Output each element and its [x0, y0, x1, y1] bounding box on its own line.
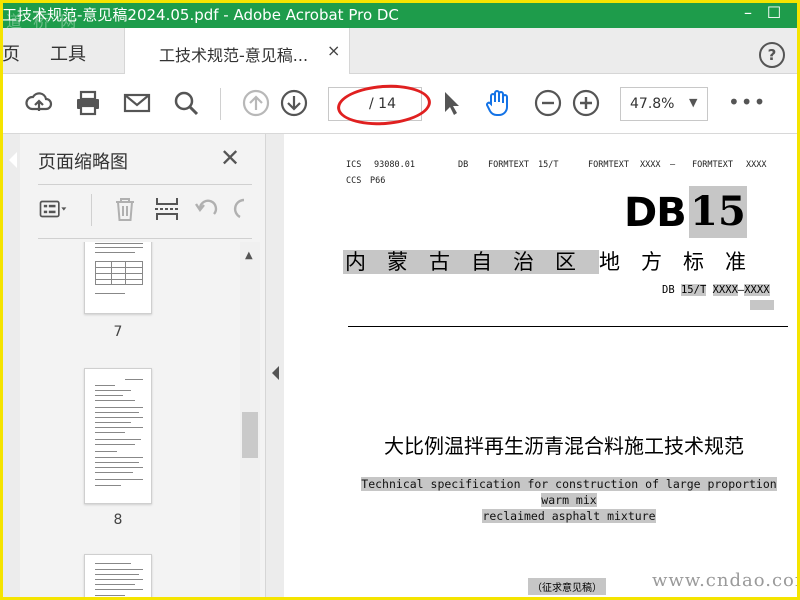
search-icon[interactable]	[171, 88, 201, 118]
thumbnail-options-icon[interactable]	[38, 194, 68, 224]
thumbnail-page-9[interactable]	[84, 554, 152, 600]
ccs-value: P66	[370, 176, 386, 186]
thumbnail-number-7: 7	[113, 324, 123, 340]
zoom-select[interactable]: 47.8% ▼	[620, 87, 708, 121]
panel-divider	[38, 184, 252, 185]
thumbnail-number-8: 8	[113, 512, 123, 528]
thumbnail-scrollbar[interactable]: ▲	[240, 242, 260, 600]
panel-tool-divider	[91, 194, 92, 226]
db-logo-number: 15	[689, 186, 747, 238]
db-number-x1: XXXX	[712, 284, 738, 296]
collapse-panel-icon[interactable]	[272, 366, 279, 380]
header-rule	[348, 326, 788, 327]
rotate-left-icon[interactable]	[192, 194, 222, 224]
title-en-line-2: reclaimed asphalt mixture	[482, 509, 656, 523]
ics-value: 93080.01	[374, 160, 415, 170]
thumbnail-list: 7 8	[20, 242, 240, 600]
document-title-cn: 大比例温拌再生沥青混合料施工技术规范	[384, 434, 744, 458]
tab-document-label: 工技术规范-意见稿...	[159, 46, 309, 65]
print-icon[interactable]	[73, 88, 103, 118]
db-number-15t: 15/T	[680, 284, 707, 296]
maximize-button[interactable]: ☐	[762, 2, 786, 24]
header-dash: —	[670, 160, 676, 170]
document-view[interactable]: ICS 93080.01 CCS P66 DB FORMTEXT 15/T FO…	[284, 134, 800, 600]
more-tools-button[interactable]: •••	[728, 90, 766, 114]
tab-tools[interactable]: 工具	[50, 40, 86, 66]
page-up-icon[interactable]	[241, 88, 271, 118]
delete-icon[interactable]	[110, 194, 140, 224]
panel-title: 页面缩略图	[38, 152, 128, 173]
document-title-en: Technical specification for construction…	[344, 476, 794, 524]
scroll-up-icon[interactable]: ▲	[245, 250, 253, 261]
ics-label: ICS	[346, 160, 362, 170]
thumbnail-page-7[interactable]	[84, 242, 152, 314]
page-down-icon[interactable]	[279, 88, 309, 118]
help-button[interactable]: ?	[759, 42, 785, 68]
mail-icon[interactable]	[122, 88, 152, 118]
zoom-value: 47.8%	[630, 96, 675, 112]
rotate-right-icon[interactable]	[230, 194, 260, 224]
close-tab-button[interactable]: ×	[327, 41, 340, 60]
region-highlighted: 内蒙古自治区	[343, 250, 599, 274]
zoom-out-icon[interactable]	[533, 88, 563, 118]
tab-home[interactable]: 页	[2, 40, 20, 66]
cloud-upload-icon[interactable]	[24, 88, 54, 118]
scrollbar-thumb[interactable]	[242, 412, 258, 458]
region-heading: 内蒙古自治区地方标准	[343, 246, 767, 276]
ccs-label: CCS	[346, 176, 362, 186]
panel-divider-2	[38, 238, 252, 239]
select-cursor-icon[interactable]	[436, 88, 466, 118]
watermark-url: www.cndao.com	[652, 570, 800, 591]
page-thumbnails-panel: 页面缩略图 ✕ 7 8 ▲	[20, 134, 266, 600]
draft-label: （征求意见稿）	[528, 578, 606, 595]
db-number-prefix: DB	[662, 284, 675, 296]
tab-document[interactable]: 工技术规范-意见稿... ×	[124, 28, 350, 74]
panel-splitter[interactable]	[266, 134, 284, 600]
header-xxxx: XXXX	[640, 160, 661, 170]
document-page: ICS 93080.01 CCS P66 DB FORMTEXT 15/T FO…	[284, 134, 800, 600]
header-formtext-1: FORMTEXT	[488, 160, 529, 170]
minimize-button[interactable]: –	[736, 2, 760, 24]
header-db: DB	[458, 160, 469, 170]
left-nav-strip	[0, 134, 20, 600]
db-logo-letters: DB	[624, 190, 687, 236]
header-xxxx-2: XXXX	[746, 160, 767, 170]
db-number: DB 15/T XXXX—XXXX	[662, 284, 770, 296]
tab-bar: 页 工具 工技术规范-意见稿... × ?	[0, 28, 800, 74]
header-formtext-3: FORMTEXT	[692, 160, 733, 170]
toolbar-divider	[220, 88, 221, 120]
header-formtext-2: FORMTEXT	[588, 160, 629, 170]
db-number-x2: XXXX	[744, 284, 770, 296]
thumbnail-page-8[interactable]	[84, 368, 152, 504]
hand-tool-icon[interactable]	[483, 88, 513, 118]
title-en-line-1: Technical specification for construction…	[361, 477, 777, 507]
db-number-highlight	[750, 300, 774, 310]
window-title: 工技术规范-意见稿2024.05.pdf - Adobe Acrobat Pro…	[2, 6, 399, 24]
region-plain: 地方标准	[599, 250, 767, 274]
chevron-down-icon: ▼	[689, 96, 698, 109]
zoom-in-icon[interactable]	[571, 88, 601, 118]
title-bar: 道 桥 网 工技术规范-意见稿2024.05.pdf - Adobe Acrob…	[0, 0, 800, 31]
close-panel-button[interactable]: ✕	[220, 144, 240, 172]
panel-pointer-icon	[9, 152, 17, 168]
header-15t: 15/T	[538, 160, 559, 170]
extract-pages-icon[interactable]	[152, 194, 182, 224]
